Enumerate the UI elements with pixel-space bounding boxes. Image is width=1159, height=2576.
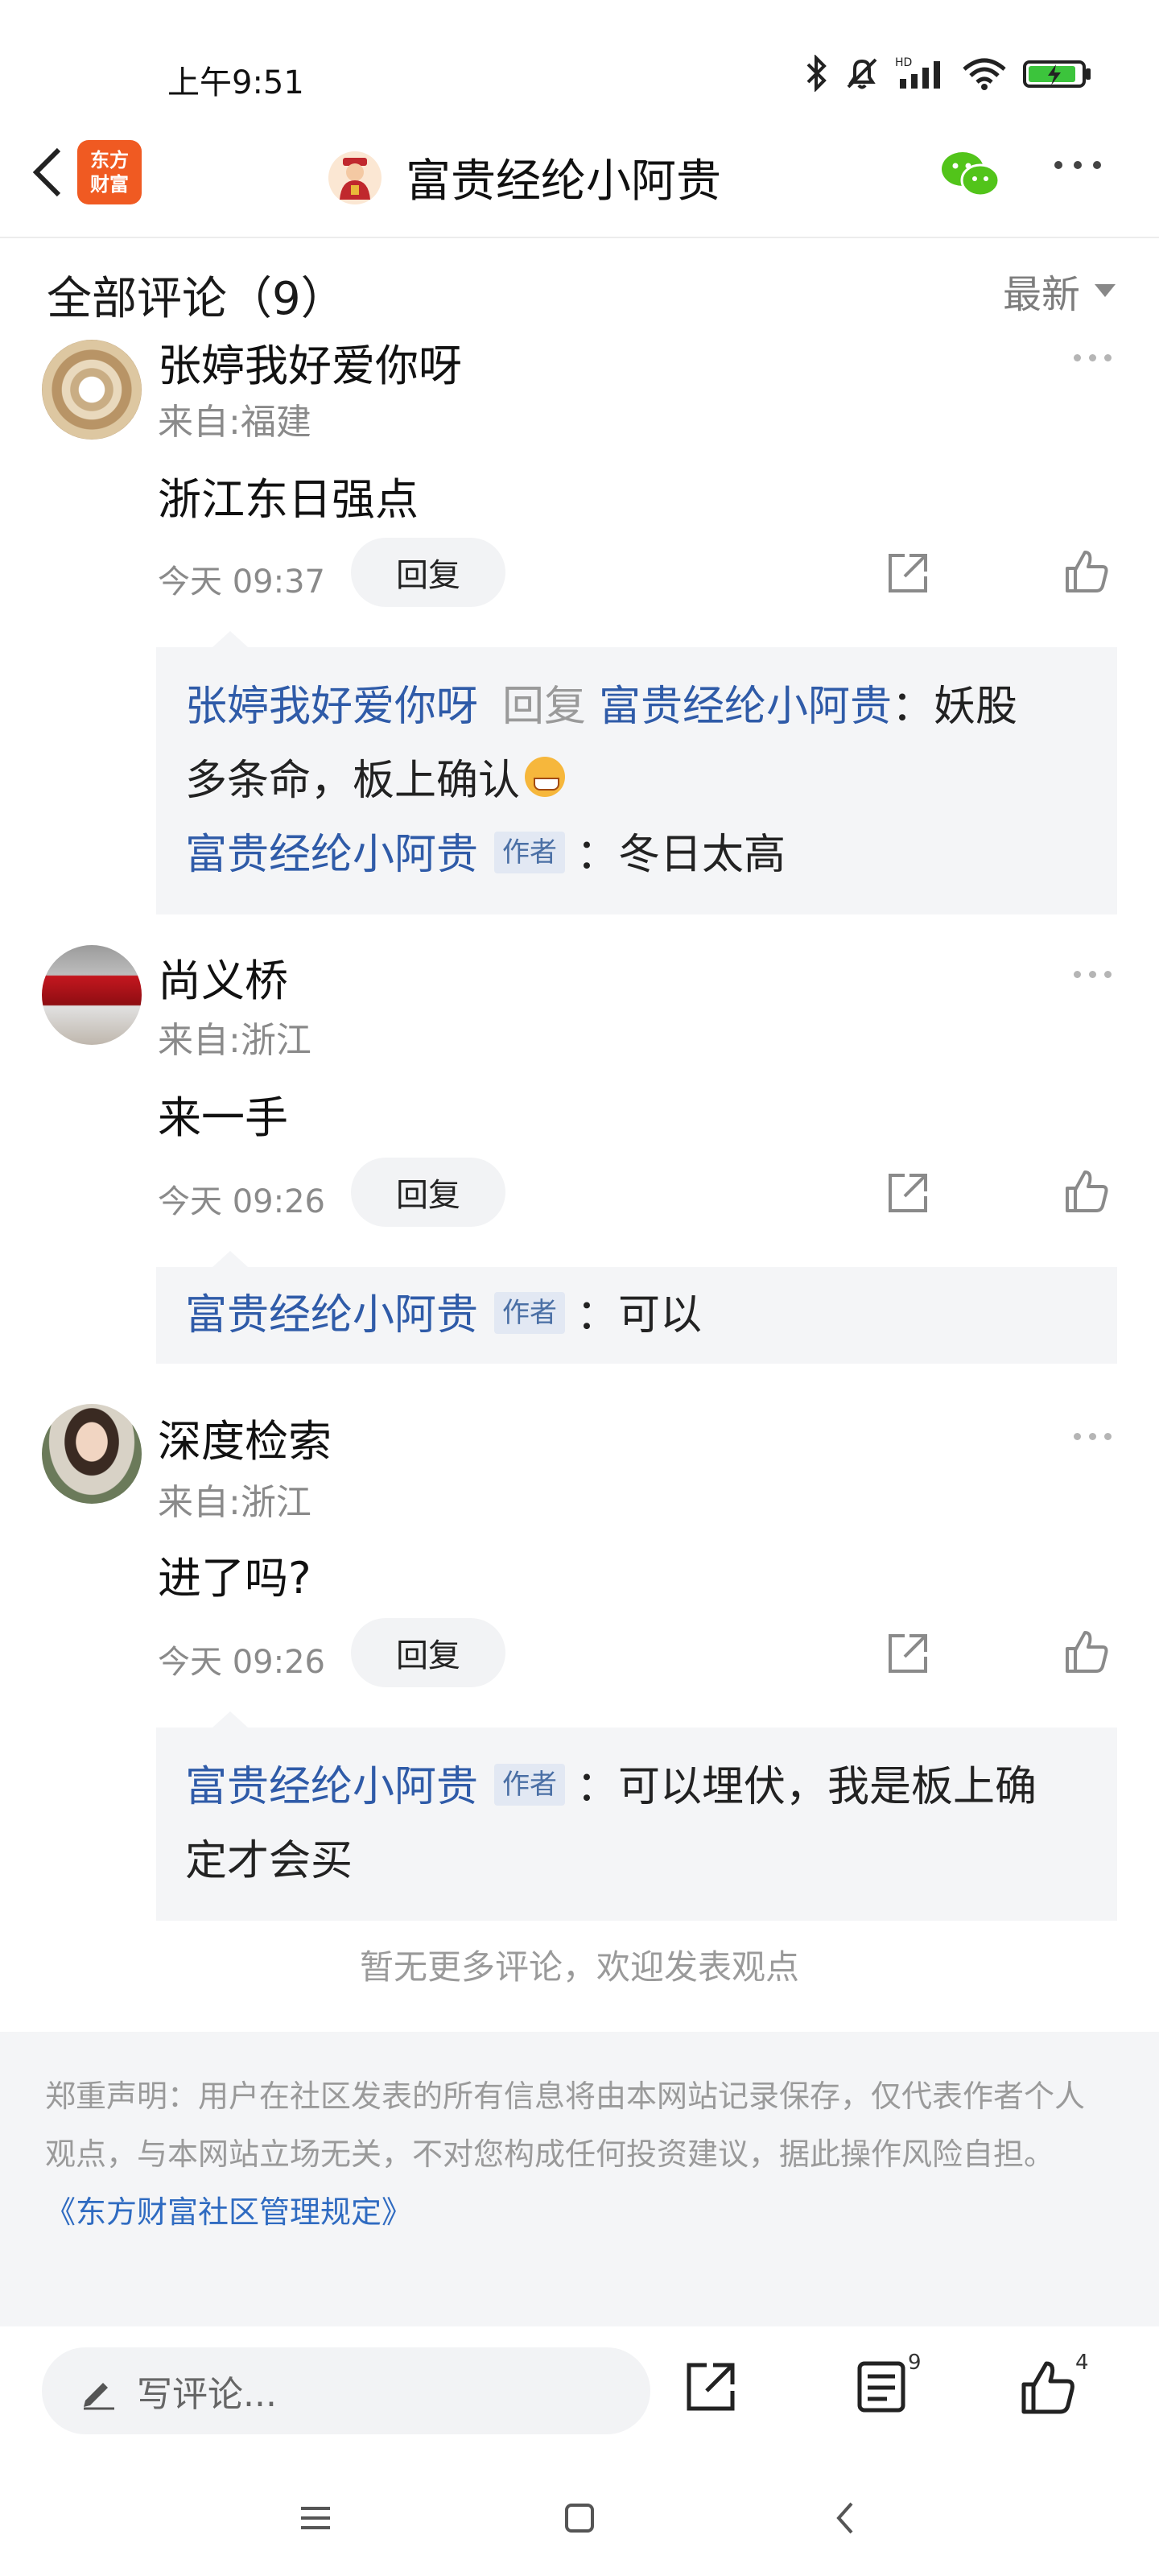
- comment-region: 来自:浙江: [158, 1020, 311, 1061]
- thumbs-up-button[interactable]: [1019, 2359, 1077, 2417]
- reply-text: ：可以埋伏，我是板上确: [576, 1763, 1037, 1811]
- signal-icon: HD: [895, 56, 940, 89]
- comment-author[interactable]: 深度检索: [158, 1406, 332, 1469]
- disclaimer-panel: 郑重声明：用户在社区发表的所有信息将由本网站记录保存，仅代表作者个人观点，与本网…: [0, 2032, 1159, 2326]
- share-icon[interactable]: [885, 551, 930, 596]
- reply-thread: 富贵经纶小阿贵 作者 ：可以: [156, 1251, 1117, 1364]
- community-rules-link[interactable]: 《东方财富社区管理规定》: [45, 2183, 1114, 2241]
- author-badge: 作者: [494, 832, 566, 873]
- mute-bell-icon: [847, 58, 877, 89]
- reply-button[interactable]: 回复: [351, 1618, 505, 1687]
- comment-time: 今天 09:37: [158, 564, 325, 601]
- reply-text: ：妖股: [892, 683, 1018, 731]
- comment-count: 9: [908, 2351, 922, 2375]
- reply-button[interactable]: 回复: [351, 1158, 505, 1227]
- share-button[interactable]: [683, 2359, 739, 2415]
- logo-line2: 财富: [90, 173, 129, 196]
- avatar[interactable]: [42, 945, 142, 1045]
- chevron-left-icon: [32, 147, 61, 197]
- comment-input-placeholder: 写评论...: [137, 2374, 277, 2415]
- reply-text: 定才会买: [185, 1837, 353, 1885]
- bottom-action-bar: 写评论... 9 4: [0, 2326, 1159, 2463]
- disclaimer-text: 郑重声明：用户在社区发表的所有信息将由本网站记录保存，仅代表作者个人观点，与本网…: [45, 2079, 1086, 2172]
- comments-header: 全部评论（9） 最新: [0, 238, 1159, 343]
- reply-text: ：冬日太高: [576, 831, 786, 879]
- caret-down-icon: [1095, 284, 1116, 297]
- reply-line: 张婷我好爱你呀 回复 富贵经纶小阿贵：妖股: [185, 670, 1088, 744]
- reply-author[interactable]: 富贵经纶小阿贵: [185, 1763, 478, 1811]
- reply-button[interactable]: 回复: [351, 538, 505, 607]
- comment-region: 来自:浙江: [158, 1482, 311, 1523]
- comment-input[interactable]: 写评论...: [42, 2347, 650, 2434]
- more-options-button[interactable]: [1054, 161, 1101, 169]
- comment-more-button[interactable]: [1074, 971, 1112, 978]
- reply-author[interactable]: 张婷我好爱你呀: [185, 683, 478, 731]
- author-badge: 作者: [494, 1764, 566, 1806]
- avatar[interactable]: [42, 1404, 142, 1504]
- fortune-god-icon: [328, 151, 382, 204]
- status-icons: HD: [803, 55, 1093, 92]
- svg-text:HD: HD: [895, 56, 912, 69]
- comment-region: 来自:福建: [158, 402, 311, 443]
- reply-thread: 张婷我好爱你呀 回复 富贵经纶小阿贵：妖股 多条命，板上确认 富贵经纶小阿贵 作者 ：冬…: [156, 631, 1117, 914]
- comments-list-icon[interactable]: [855, 2359, 908, 2415]
- reply-line: 富贵经纶小阿贵 作者 ：可以埋伏，我是板上确: [185, 1750, 1088, 1824]
- share-icon[interactable]: [885, 1631, 930, 1676]
- wechat-share-button[interactable]: [940, 148, 1001, 204]
- reply-author[interactable]: 富贵经纶小阿贵: [185, 1291, 478, 1340]
- logo-line1: 东方: [90, 149, 129, 171]
- share-icon[interactable]: [885, 1170, 930, 1216]
- comment-text: 来一手: [158, 1092, 288, 1143]
- back-button[interactable]: [18, 140, 77, 204]
- wifi-icon: [963, 58, 1006, 90]
- pencil-icon: [84, 2383, 114, 2410]
- like-count: 4: [1075, 2351, 1089, 2375]
- reply-thread: 富贵经纶小阿贵 作者 ：可以埋伏，我是板上确 定才会买: [156, 1711, 1117, 1921]
- thumbs-up-icon[interactable]: [1062, 547, 1111, 596]
- reply-text: 多条命，板上确认: [185, 757, 521, 805]
- bluetooth-icon: [806, 55, 827, 92]
- page-title: 富贵经纶小阿贵: [406, 155, 721, 208]
- status-time: 上午9:51: [167, 64, 304, 101]
- end-of-comments-note: 暂无更多评论，欢迎发表观点: [359, 1947, 799, 1987]
- comment-time: 今天 09:26: [158, 1644, 325, 1681]
- thumbs-up-icon[interactable]: [1062, 1628, 1111, 1676]
- nav-bar: 东方 财富 富贵经纶小阿贵: [0, 121, 1159, 238]
- status-bar: 上午9:51 HD: [0, 0, 1159, 121]
- home-icon[interactable]: [562, 2500, 597, 2536]
- sort-label: 最新: [1002, 272, 1080, 317]
- reply-target[interactable]: 富贵经纶小阿贵: [599, 683, 892, 731]
- reply-line: 多条命，板上确认: [185, 744, 1088, 818]
- sort-dropdown[interactable]: 最新: [1003, 262, 1116, 319]
- nav-title-group[interactable]: 富贵经纶小阿贵: [328, 145, 721, 210]
- reply-line: 定才会买: [185, 1824, 1088, 1898]
- wechat-icon: [942, 152, 1000, 197]
- system-navigation: [0, 2463, 1159, 2576]
- comment-author[interactable]: 尚义桥: [158, 945, 288, 1009]
- reply-text: ：可以: [576, 1291, 703, 1340]
- reply-author[interactable]: 富贵经纶小阿贵: [185, 831, 478, 879]
- reply-line: 富贵经纶小阿贵 作者 ：可以: [185, 1278, 1088, 1352]
- reply-verb: 回复: [502, 683, 587, 731]
- comment-author[interactable]: 张婷我好爱你呀: [158, 330, 462, 394]
- comment-text: 进了吗?: [158, 1553, 311, 1604]
- battery-icon: [1023, 60, 1091, 88]
- comment-more-button[interactable]: [1074, 354, 1112, 361]
- author-badge: 作者: [494, 1292, 566, 1334]
- back-nav-icon[interactable]: [829, 2500, 864, 2536]
- comment-more-button[interactable]: [1074, 1433, 1112, 1440]
- reply-line: 富贵经纶小阿贵 作者 ：冬日太高: [185, 818, 1088, 892]
- avatar[interactable]: [42, 340, 142, 440]
- comment-time: 今天 09:26: [158, 1183, 325, 1220]
- menu-icon[interactable]: [298, 2500, 333, 2536]
- comment-text: 浙江东日强点: [158, 474, 419, 525]
- comments-title: 全部评论（9）: [47, 273, 346, 325]
- eastmoney-logo[interactable]: 东方 财富: [77, 140, 142, 204]
- thumbs-up-icon[interactable]: [1062, 1167, 1111, 1216]
- grin-emoji-icon: [525, 757, 566, 797]
